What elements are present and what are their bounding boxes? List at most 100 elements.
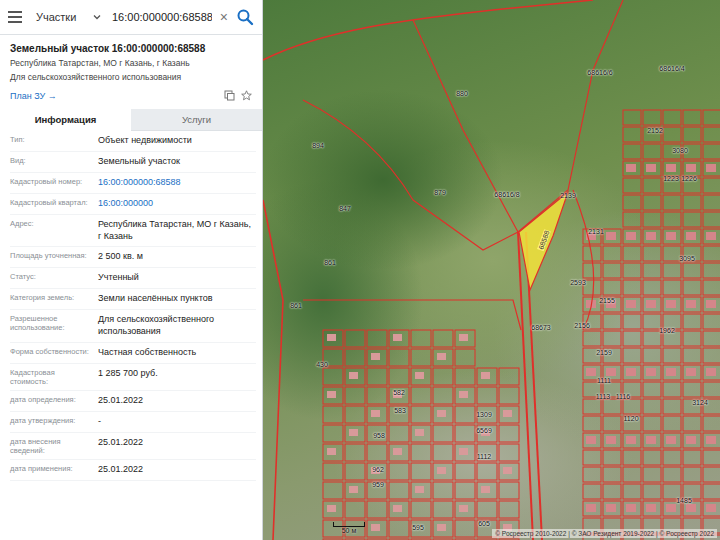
- parcel-label[interactable]: 2159: [596, 349, 612, 356]
- field-label: Кадастровый номер:: [10, 177, 98, 186]
- search-icon[interactable]: [236, 8, 254, 26]
- field-value[interactable]: 16:00:000000: [98, 198, 256, 210]
- parcel-label[interactable]: 68616/6: [587, 69, 612, 76]
- field-label: Площадь уточненная:: [10, 251, 98, 260]
- info-row: Вид:Земельный участок: [10, 152, 256, 173]
- field-value: Для сельскохозяйственного использования: [98, 314, 256, 337]
- chevron-down-icon[interactable]: [92, 12, 102, 22]
- field-label: Форма собственности:: [10, 347, 98, 356]
- tab[interactable]: Услуги: [131, 109, 262, 131]
- field-label: Категория земель:: [10, 293, 98, 302]
- parcel-label[interactable]: 595: [412, 524, 424, 531]
- clear-button[interactable]: ×: [218, 9, 230, 25]
- category-select[interactable]: Участки: [36, 11, 86, 23]
- parcel-label[interactable]: 962: [372, 466, 384, 473]
- parcel-label[interactable]: 1223: [663, 175, 679, 182]
- parcel-label[interactable]: 3080: [672, 147, 688, 154]
- field-label: Кадастровая стоимость:: [10, 368, 98, 386]
- parcel-label[interactable]: 861: [290, 302, 302, 309]
- info-row: Кадастровый номер:16:00:000000:68588: [10, 173, 256, 194]
- parcel-label[interactable]: 861: [324, 259, 336, 266]
- scale-bar: 50 м: [333, 522, 365, 534]
- map-view[interactable]: 6858868616/668616/488089487968616/884786…: [263, 0, 720, 540]
- parcel-label[interactable]: 2155: [599, 297, 615, 304]
- field-value[interactable]: 16:00:000000:68588: [98, 177, 256, 189]
- field-label: дата определения:: [10, 395, 98, 404]
- parcel-label[interactable]: 1226: [681, 175, 697, 182]
- parcel-label[interactable]: 6569: [476, 427, 492, 434]
- info-row: Статус:Учтенный: [10, 268, 256, 289]
- info-row: Категория земель:Земли населённых пункто…: [10, 289, 256, 310]
- field-label: Вид:: [10, 156, 98, 165]
- scale-line: [333, 522, 365, 527]
- parcel-label[interactable]: 847: [339, 205, 351, 212]
- parcel-label[interactable]: 68616/8: [494, 191, 519, 198]
- field-value: Учтенный: [98, 272, 256, 284]
- field-label: дата утверждения:: [10, 416, 98, 425]
- parcel-label[interactable]: 430: [316, 361, 328, 368]
- parcel-label[interactable]: 1309: [476, 411, 492, 418]
- parcel-label[interactable]: 583: [394, 407, 406, 414]
- search-bar: Участки 16:00:000000:68588 ×: [0, 0, 262, 35]
- field-label: дата применения:: [10, 464, 98, 473]
- parcel-label[interactable]: 1113: [596, 393, 611, 400]
- field-label: Тип:: [10, 135, 98, 144]
- parcel-title: Земельный участок 16:00:000000:68588: [10, 43, 252, 54]
- parcel-label[interactable]: 1120: [623, 415, 638, 422]
- plan-link[interactable]: План ЗУ →: [10, 91, 57, 101]
- field-label: Адрес:: [10, 219, 98, 228]
- parcel-label[interactable]: 2152: [647, 127, 663, 134]
- parcel-label[interactable]: 880: [456, 90, 468, 97]
- parcel-label[interactable]: 959: [372, 481, 384, 488]
- field-value: -: [98, 416, 256, 428]
- scale-label: 50 м: [342, 527, 357, 534]
- parcel-label[interactable]: 958: [373, 432, 385, 439]
- parcel-label[interactable]: 1116: [616, 393, 631, 400]
- parcel-label[interactable]: 2131: [588, 228, 604, 235]
- parcel-label[interactable]: 68616/4: [659, 65, 684, 72]
- parcel-label[interactable]: 582: [393, 389, 405, 396]
- info-row: дата применения:25.01.2022: [10, 460, 256, 481]
- search-input[interactable]: 16:00:000000:68588: [108, 11, 212, 23]
- parcel-label[interactable]: 2593: [570, 279, 586, 286]
- tab-bar: ИнформацияУслуги: [0, 109, 262, 131]
- parcel-address: Республика Татарстан, МО г Казань, г Каз…: [10, 58, 252, 68]
- parcel-label[interactable]: 894: [312, 142, 324, 149]
- parcel-label[interactable]: 2139: [560, 192, 576, 199]
- field-value: 2 500 кв. м: [98, 251, 256, 263]
- menu-icon[interactable]: [8, 11, 22, 23]
- field-value: Объект недвижимости: [98, 135, 256, 147]
- parcel-label[interactable]: 1962: [659, 327, 675, 334]
- parcel-label[interactable]: 68673: [531, 324, 550, 331]
- star-icon[interactable]: [241, 90, 252, 101]
- field-value: 25.01.2022: [98, 464, 256, 476]
- parcel-label[interactable]: 3124: [692, 399, 708, 406]
- field-value: 25.01.2022: [98, 437, 256, 449]
- info-row: Тип:Объект недвижимости: [10, 131, 256, 152]
- plan-row: План ЗУ →: [10, 90, 252, 101]
- parcel-label[interactable]: 3095: [679, 255, 695, 262]
- parcel-label[interactable]: 879: [434, 189, 446, 196]
- field-value: Республика Татарстан, МО г Казань, г Каз…: [98, 219, 256, 242]
- field-value: Частная собственность: [98, 347, 256, 359]
- parcel-label[interactable]: 605: [478, 520, 490, 527]
- field-value: Земли населённых пунктов: [98, 293, 256, 305]
- field-value: Земельный участок: [98, 156, 256, 168]
- header-actions: [224, 90, 252, 101]
- info-row: Форма собственности:Частная собственност…: [10, 343, 256, 364]
- field-label: Кадастровый квартал:: [10, 198, 98, 207]
- info-row: Кадастровый квартал:16:00:000000: [10, 194, 256, 215]
- tab[interactable]: Информация: [0, 109, 131, 131]
- parcel-boundaries: [263, 0, 720, 540]
- parcel-label[interactable]: 1485: [676, 497, 692, 504]
- parcel-label[interactable]: 1112: [477, 453, 492, 460]
- parcel-label[interactable]: 1111: [597, 377, 611, 384]
- attribution: © Росреестр 2010-2022 | © ЗАО Резидент 2…: [492, 529, 717, 538]
- info-row: Площадь уточненная:2 500 кв. м: [10, 247, 256, 268]
- info-row: дата определения:25.01.2022: [10, 391, 256, 412]
- info-row: Адрес:Республика Татарстан, МО г Казань,…: [10, 215, 256, 247]
- info-row: Разрешенное использование:Для сельскохоз…: [10, 310, 256, 342]
- parcel-label[interactable]: 2156: [574, 322, 590, 329]
- info-row: дата утверждения:-: [10, 412, 256, 433]
- copy-icon[interactable]: [224, 90, 235, 101]
